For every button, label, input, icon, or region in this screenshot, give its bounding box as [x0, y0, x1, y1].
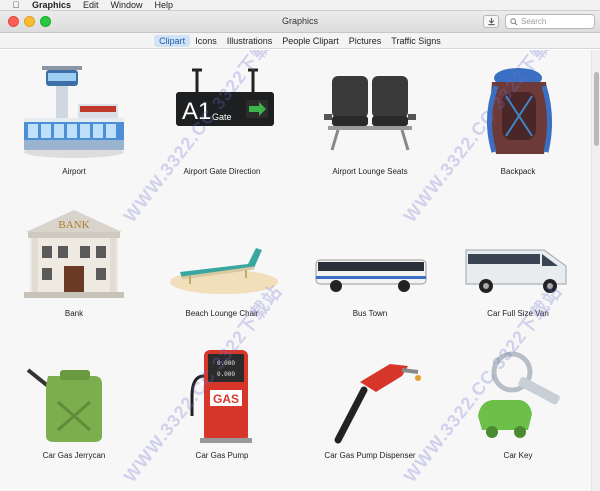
gas-sign-text: GAS — [213, 392, 239, 406]
tab-icons[interactable]: Icons — [190, 35, 222, 47]
clipart-item-airport[interactable]: Airport — [0, 56, 148, 188]
download-button[interactable] — [483, 15, 499, 28]
jerrycan-icon — [26, 368, 102, 442]
clipart-item-car-full-size-van[interactable]: Car Full Size Van — [444, 198, 591, 330]
item-label: Airport — [62, 167, 86, 176]
category-tabs: Clipart Icons Illustrations People Clipa… — [0, 33, 600, 49]
car-key-icon — [478, 351, 560, 438]
lounge-seats-icon — [324, 76, 416, 151]
clipart-item-car-gas-jerrycan[interactable]: Car Gas Jerrycan — [0, 340, 148, 472]
airport-icon — [24, 66, 124, 158]
clipart-item-beach-lounge-chair[interactable]: Beach Lounge Chair — [148, 198, 296, 330]
item-label: Car Gas Pump — [195, 451, 249, 460]
menu-window[interactable]: Window — [111, 0, 143, 10]
scrollbar-thumb[interactable] — [594, 72, 599, 146]
menu-help[interactable]: Help — [155, 0, 174, 10]
gate-sign-icon: A1 Gate — [176, 68, 274, 126]
clipart-item-airport-lounge-seats[interactable]: Airport Lounge Seats — [296, 56, 444, 188]
clipart-item-bank[interactable]: BANK Bank — [0, 198, 148, 330]
search-input[interactable] — [521, 17, 591, 26]
pump-nozzle-icon — [334, 364, 421, 444]
clipart-item-car-gas-pump[interactable]: 0.000 0.000 GAS Car Gas Pump — [148, 340, 296, 472]
tab-clipart[interactable]: Clipart — [154, 34, 191, 47]
menu-graphics[interactable]: Graphics — [32, 0, 71, 10]
tab-pictures[interactable]: Pictures — [344, 35, 387, 47]
beach-chair-icon — [170, 248, 278, 294]
clipart-item-car-gas-pump-dispenser[interactable]: Car Gas Pump Dispenser — [296, 340, 444, 472]
item-label: Airport Gate Direction — [183, 167, 261, 176]
bus-icon — [315, 259, 427, 292]
van-icon — [465, 249, 567, 293]
download-icon — [487, 17, 495, 26]
menu-bar:  Graphics Edit Window Help — [0, 0, 600, 11]
item-label: Backpack — [500, 167, 536, 176]
gate-word-text: Gate — [212, 112, 232, 122]
item-label: Bus Town — [352, 309, 388, 318]
item-label: Beach Lounge Chair — [185, 309, 259, 318]
bank-sign-text: BANK — [58, 219, 89, 231]
item-label: Car Gas Pump Dispenser — [324, 451, 416, 460]
menu-edit[interactable]: Edit — [83, 0, 99, 10]
bank-icon: BANK — [24, 210, 124, 298]
tab-people-clipart[interactable]: People Clipart — [277, 35, 344, 47]
vertical-scrollbar[interactable] — [591, 50, 600, 491]
apple-icon[interactable]:  — [10, 0, 22, 10]
window-titlebar: Graphics — [0, 11, 600, 33]
pump-readout-1: 0.000 — [217, 360, 235, 367]
item-label: Car Key — [503, 451, 533, 460]
gas-pump-icon: 0.000 0.000 GAS — [190, 350, 252, 443]
search-field[interactable] — [505, 14, 595, 29]
gate-code-text: A1 — [182, 98, 211, 125]
clipart-item-bus-town[interactable]: Bus Town — [296, 198, 444, 330]
clipart-item-airport-gate-direction[interactable]: A1 Gate Airport Gate Direction — [148, 56, 296, 188]
item-label: Airport Lounge Seats — [332, 167, 408, 176]
item-label: Car Full Size Van — [487, 309, 549, 318]
item-label: Bank — [64, 309, 84, 318]
clipart-grid: Airport A1 Gate Airport Gate Direction A… — [0, 50, 591, 491]
tab-traffic-signs[interactable]: Traffic Signs — [386, 35, 446, 47]
item-label: Car Gas Jerrycan — [42, 451, 106, 460]
clipart-item-backpack[interactable]: Backpack — [444, 56, 591, 188]
tab-illustrations[interactable]: Illustrations — [222, 35, 278, 47]
pump-readout-2: 0.000 — [217, 371, 235, 378]
backpack-icon — [486, 68, 553, 154]
search-icon — [510, 17, 518, 26]
clipart-item-car-key[interactable]: Car Key — [444, 340, 591, 472]
